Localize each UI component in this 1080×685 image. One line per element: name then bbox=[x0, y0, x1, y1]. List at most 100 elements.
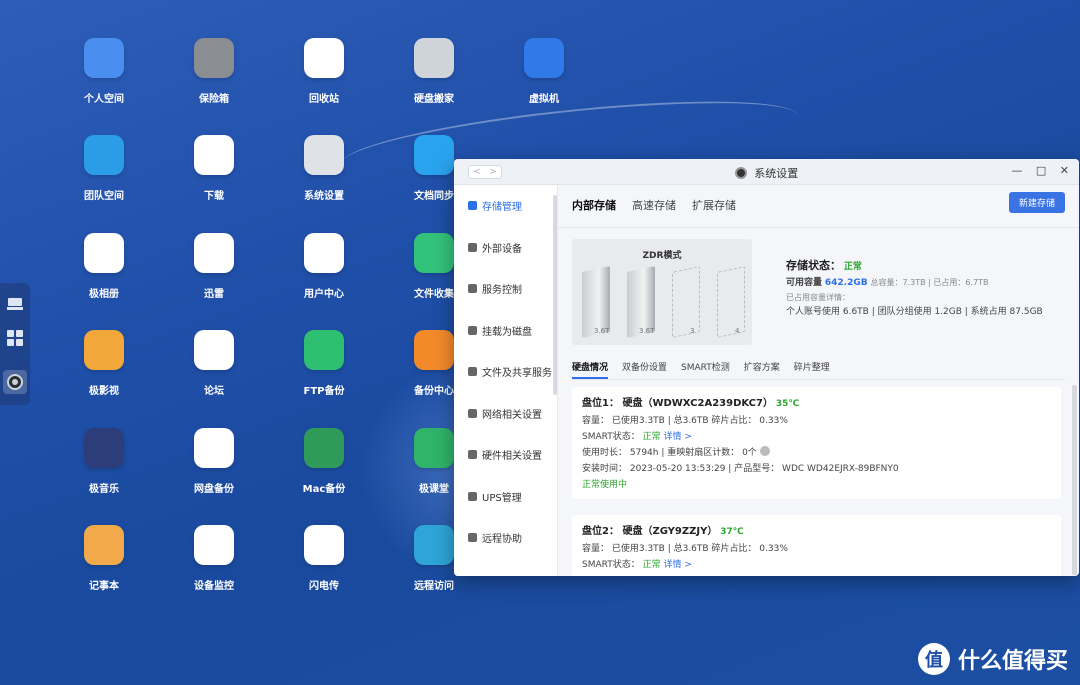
close-icon[interactable]: ✕ bbox=[1060, 164, 1069, 177]
new-storage-button[interactable]: 新建存储 bbox=[1009, 192, 1065, 213]
app-label: 极相册 bbox=[89, 289, 119, 300]
tab-high-speed-storage[interactable]: 高速存储 bbox=[632, 197, 676, 219]
disk2-smart-link[interactable]: 详情 > bbox=[664, 560, 692, 570]
app-label: 极影视 bbox=[89, 386, 119, 397]
app-ftp[interactable]: FTP备份 bbox=[284, 330, 364, 410]
app-safe[interactable]: 保险箱 bbox=[174, 38, 254, 118]
watermark-text: 什么值得买 bbox=[957, 649, 1068, 674]
forum-icon bbox=[194, 330, 234, 370]
download-globe-icon bbox=[194, 135, 234, 175]
disk1-temp: 35℃ bbox=[775, 399, 800, 409]
disk-slot-4-label: 4 bbox=[735, 327, 740, 335]
available-label: 可用容量 bbox=[786, 277, 823, 288]
tab-divider bbox=[558, 227, 1079, 228]
sidebar-item-7[interactable]: UPS管理 bbox=[454, 476, 557, 518]
classroom-icon bbox=[414, 428, 454, 468]
tab-extended-storage[interactable]: 扩展存储 bbox=[692, 197, 736, 219]
app-label: 网盘备份 bbox=[194, 484, 234, 495]
safe-icon bbox=[194, 38, 234, 78]
main-scrollbar[interactable] bbox=[1072, 385, 1077, 575]
storage-status: 存储状态： 正常 可用容量 642.2GB 总容量：7.3TB | 已占用：6.… bbox=[786, 257, 1043, 320]
sidebar-item-label: UPS管理 bbox=[482, 492, 522, 504]
disk2-smart-value: 正常 bbox=[642, 559, 661, 570]
sidebar-item-4[interactable]: 文件及共享服务 bbox=[454, 351, 557, 393]
tab-internal-storage[interactable]: 内部存储 bbox=[572, 197, 616, 219]
sidebar-item-8[interactable]: 远程协助 bbox=[454, 517, 557, 559]
app-xunlei[interactable]: 迅雷 bbox=[174, 233, 254, 313]
system-settings-window: < > 系统设置 — □ ✕ 存储管理 外部设备服务控制挂载为磁盘文件及共享服务网… bbox=[454, 159, 1079, 576]
app-label: 用户中心 bbox=[304, 289, 344, 300]
sidebar-item-3[interactable]: 挂载为磁盘 bbox=[454, 310, 557, 352]
subtab-expansion[interactable]: 扩容方案 bbox=[744, 360, 780, 379]
app-disk-move[interactable]: 硬盘搬家 bbox=[394, 38, 474, 118]
subtab-smart[interactable]: SMART检测 bbox=[681, 360, 730, 379]
app-time-machine[interactable]: Mac备份 bbox=[284, 428, 364, 508]
disk1-smart-value: 正常 bbox=[642, 431, 661, 442]
disk2-title: 盘位2： 硬盘（ZGY9ZZJY） bbox=[582, 526, 718, 537]
app-download-globe[interactable]: 下载 bbox=[174, 135, 254, 215]
nas-icon[interactable] bbox=[6, 295, 24, 313]
cloud-backup-icon bbox=[194, 428, 234, 468]
app-label: 回收站 bbox=[309, 94, 339, 105]
subtab-disk-status[interactable]: 硬盘情况 bbox=[572, 360, 609, 379]
total-capacity: 总容量：7.3TB | 已占用：6.7TB bbox=[870, 277, 989, 287]
app-forum[interactable]: 论坛 bbox=[174, 330, 254, 410]
disk1-smart-label: SMART状态： bbox=[582, 431, 640, 442]
app-photos[interactable]: 极相册 bbox=[64, 233, 144, 313]
sidebar-item-1[interactable]: 外部设备 bbox=[454, 227, 557, 269]
app-folder[interactable]: 个人空间 bbox=[64, 38, 144, 118]
app-monitor[interactable]: 设备监控 bbox=[174, 525, 254, 605]
disk-move-icon bbox=[414, 38, 454, 78]
app-trash[interactable]: 回收站 bbox=[284, 38, 364, 118]
sidebar-scrollbar[interactable] bbox=[553, 195, 557, 395]
disk1-state: 正常使用中 bbox=[582, 479, 628, 490]
sidebar-item-label: 服务控制 bbox=[482, 285, 522, 297]
disk1-smart-link[interactable]: 详情 > bbox=[664, 432, 692, 442]
trash-icon bbox=[304, 38, 344, 78]
zdr-title: ZDR模式 bbox=[642, 251, 682, 261]
remote-access-icon bbox=[414, 525, 454, 565]
app-video[interactable]: 极影视 bbox=[64, 330, 144, 410]
app-settings[interactable]: 系统设置 bbox=[284, 135, 364, 215]
subtab-defrag[interactable]: 碎片整理 bbox=[794, 360, 830, 379]
title-bar[interactable]: < > 系统设置 — □ ✕ bbox=[454, 159, 1079, 185]
apps-grid-icon[interactable] bbox=[6, 329, 24, 347]
minimize-icon[interactable]: — bbox=[1011, 164, 1022, 177]
window-title: 系统设置 bbox=[754, 167, 799, 180]
maximize-icon[interactable]: □ bbox=[1036, 164, 1046, 177]
app-label: 论坛 bbox=[204, 386, 224, 397]
sidebar-item-label: 硬件相关设置 bbox=[482, 451, 542, 463]
app-flash-transfer[interactable]: 闪电传 bbox=[284, 525, 364, 605]
app-notepad[interactable]: 记事本 bbox=[64, 525, 144, 605]
app-label: 系统设置 bbox=[304, 191, 344, 202]
virtual-machine-icon bbox=[524, 38, 564, 78]
help-icon[interactable] bbox=[759, 445, 770, 456]
sidebar-item-icon bbox=[468, 242, 477, 252]
watermark: 值 什么值得买 bbox=[917, 643, 1068, 675]
disk-slot-1-label: 3.6T bbox=[594, 327, 610, 335]
time-machine-icon bbox=[304, 428, 344, 468]
subtab-dual-backup[interactable]: 双备份设置 bbox=[622, 360, 667, 379]
user-icon bbox=[304, 233, 344, 273]
sidebar-item-label: 文件及共享服务 bbox=[482, 368, 552, 380]
sidebar-item-2[interactable]: 服务控制 bbox=[454, 268, 557, 310]
app-cloud-backup[interactable]: 网盘备份 bbox=[174, 428, 254, 508]
sidebar-item-5[interactable]: 网络相关设置 bbox=[454, 393, 557, 435]
file-collect-icon bbox=[414, 233, 454, 273]
app-label: 记事本 bbox=[89, 581, 119, 592]
video-icon bbox=[84, 330, 124, 370]
app-label: 保险箱 bbox=[199, 94, 229, 105]
sidebar-item-0[interactable]: 存储管理 bbox=[454, 185, 557, 227]
app-user[interactable]: 用户中心 bbox=[284, 233, 364, 313]
app-music[interactable]: 极音乐 bbox=[64, 428, 144, 508]
disk-slot-3-empty bbox=[672, 266, 700, 338]
app-team-folder[interactable]: 团队空间 bbox=[64, 135, 144, 215]
xunlei-icon bbox=[194, 233, 234, 273]
sidebar-item-6[interactable]: 硬件相关设置 bbox=[454, 434, 557, 476]
app-virtual-machine[interactable]: 虚拟机 bbox=[504, 38, 584, 118]
app-label: 闪电传 bbox=[309, 581, 339, 592]
app-label: Mac备份 bbox=[302, 484, 346, 495]
disk-card-1: 盘位1： 硬盘（WDWXC2A239DKC7） 35℃ 容量： 已使用3.3TB… bbox=[572, 387, 1061, 499]
disk-slot-4-empty bbox=[717, 266, 745, 338]
settings-icon[interactable] bbox=[3, 370, 27, 394]
